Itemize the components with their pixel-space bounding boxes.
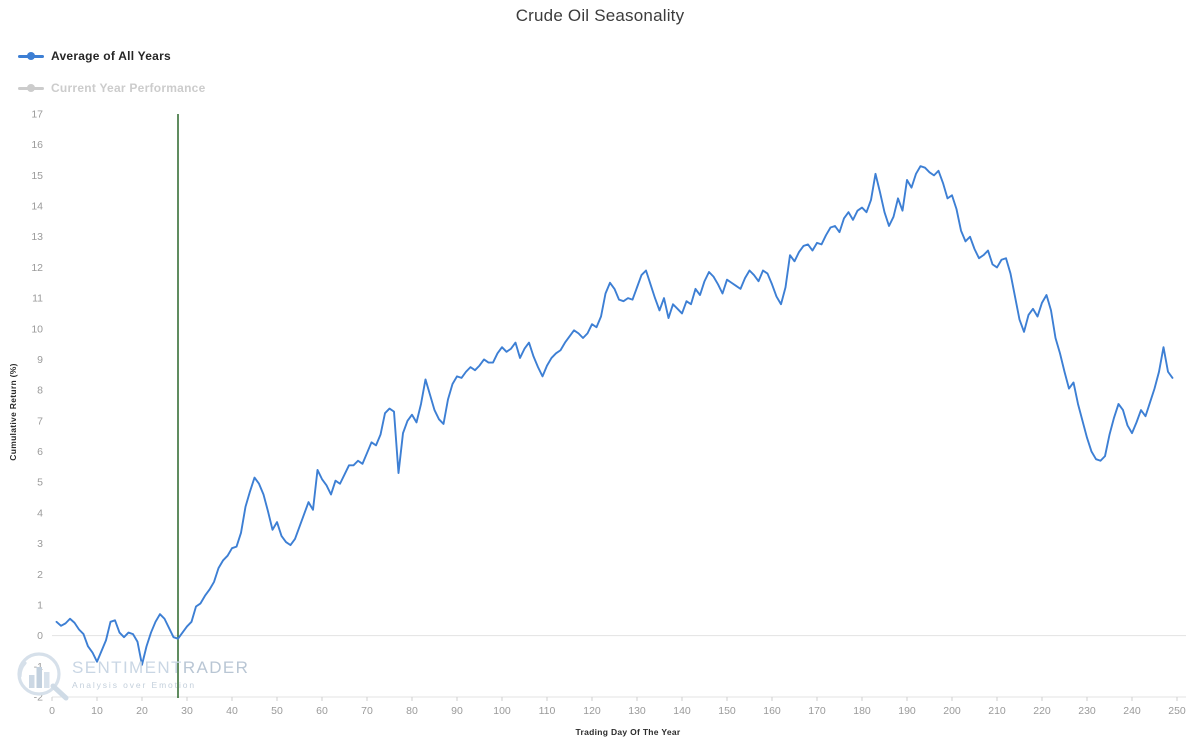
x-axis-tick-label: 190	[898, 705, 916, 717]
x-axis-tick-label: 140	[673, 705, 691, 717]
x-axis-tick-label: 130	[628, 705, 646, 717]
y-axis-tick-label: 16	[31, 139, 43, 151]
series-line-0	[55, 165, 1174, 666]
x-axis-tick-label: 200	[943, 705, 961, 717]
x-axis-tick-label: 20	[136, 705, 148, 717]
y-axis-tick-label: 6	[37, 446, 43, 458]
x-axis-tick-label: 150	[718, 705, 736, 717]
x-axis-tick-label: 180	[853, 705, 871, 717]
x-axis-tick-label: 0	[49, 705, 55, 717]
x-axis-tick-labels: 0 10 20 30 40 50 60 70 80 90 100 110 120 130 140 150 160…	[49, 697, 1186, 717]
x-axis-title: Trading Day Of The Year	[576, 727, 681, 737]
x-axis-tick-label: 170	[808, 705, 826, 717]
y-axis-tick-label: 8	[37, 385, 43, 397]
y-axis-tick-label: 15	[31, 170, 43, 182]
y-axis-tick-labels: -2-101234567891011121314151617	[31, 109, 43, 704]
y-axis-tick-label: 17	[31, 109, 43, 121]
chart-svg: -2-101234567891011121314151617 0 10 20 30 40…	[8, 109, 1186, 737]
y-axis-tick-label: 4	[37, 507, 43, 519]
y-axis-tick-label: 10	[31, 323, 43, 335]
y-axis-tick-label: 7	[37, 415, 43, 427]
y-axis-tick-label: 0	[37, 630, 43, 642]
x-axis-tick-label: 110	[539, 705, 556, 717]
y-axis-tick-label: 5	[37, 477, 43, 489]
x-axis-tick-label: 230	[1078, 705, 1096, 717]
y-axis-tick-label: -2	[34, 692, 43, 704]
x-axis-tick-label: 90	[451, 705, 463, 717]
x-axis-tick-label: 210	[988, 705, 1006, 717]
x-axis-tick-label: 30	[181, 705, 193, 717]
x-axis-tick-label: 240	[1123, 705, 1141, 717]
y-axis-tick-label: 11	[32, 293, 43, 305]
y-axis-tick-label: 9	[37, 354, 43, 366]
x-axis-tick-label: 160	[763, 705, 781, 717]
x-axis-tick-label: 60	[316, 705, 328, 717]
x-axis-tick-label: 250	[1168, 705, 1186, 717]
x-axis-tick-label: 120	[583, 705, 601, 717]
y-axis-tick-label: 12	[31, 262, 43, 274]
data-series-group	[55, 165, 1174, 666]
y-axis-tick-label: 2	[37, 569, 43, 581]
x-axis-tick-label: 40	[226, 705, 238, 717]
y-axis-tick-label: 3	[37, 538, 43, 550]
x-axis-tick-label: 100	[493, 705, 511, 717]
y-axis-tick-label: 13	[31, 231, 43, 243]
x-axis-tick-label: 10	[91, 705, 103, 717]
chart-plot-area: -2 -1 0 1 2 3 4 5 6 7 8 9 10 11 12 13 14 15 16 17 0 10 20 30 40…	[0, 0, 1200, 750]
y-axis-tick-label: 14	[31, 201, 43, 213]
y-axis-tick-label: -1	[34, 661, 43, 673]
gridlines	[52, 635, 1186, 698]
x-axis-tick-label: 220	[1033, 705, 1051, 717]
y-axis-title: Cumulative Return (%)	[8, 363, 18, 460]
x-axis-tick-label: 50	[271, 705, 283, 717]
x-axis-tick-label: 70	[361, 705, 373, 717]
x-axis-tick-label: 80	[406, 705, 418, 717]
y-axis-tick-label: 1	[37, 599, 43, 611]
chart-page: Crude Oil Seasonality Average of All Yea…	[0, 0, 1200, 750]
